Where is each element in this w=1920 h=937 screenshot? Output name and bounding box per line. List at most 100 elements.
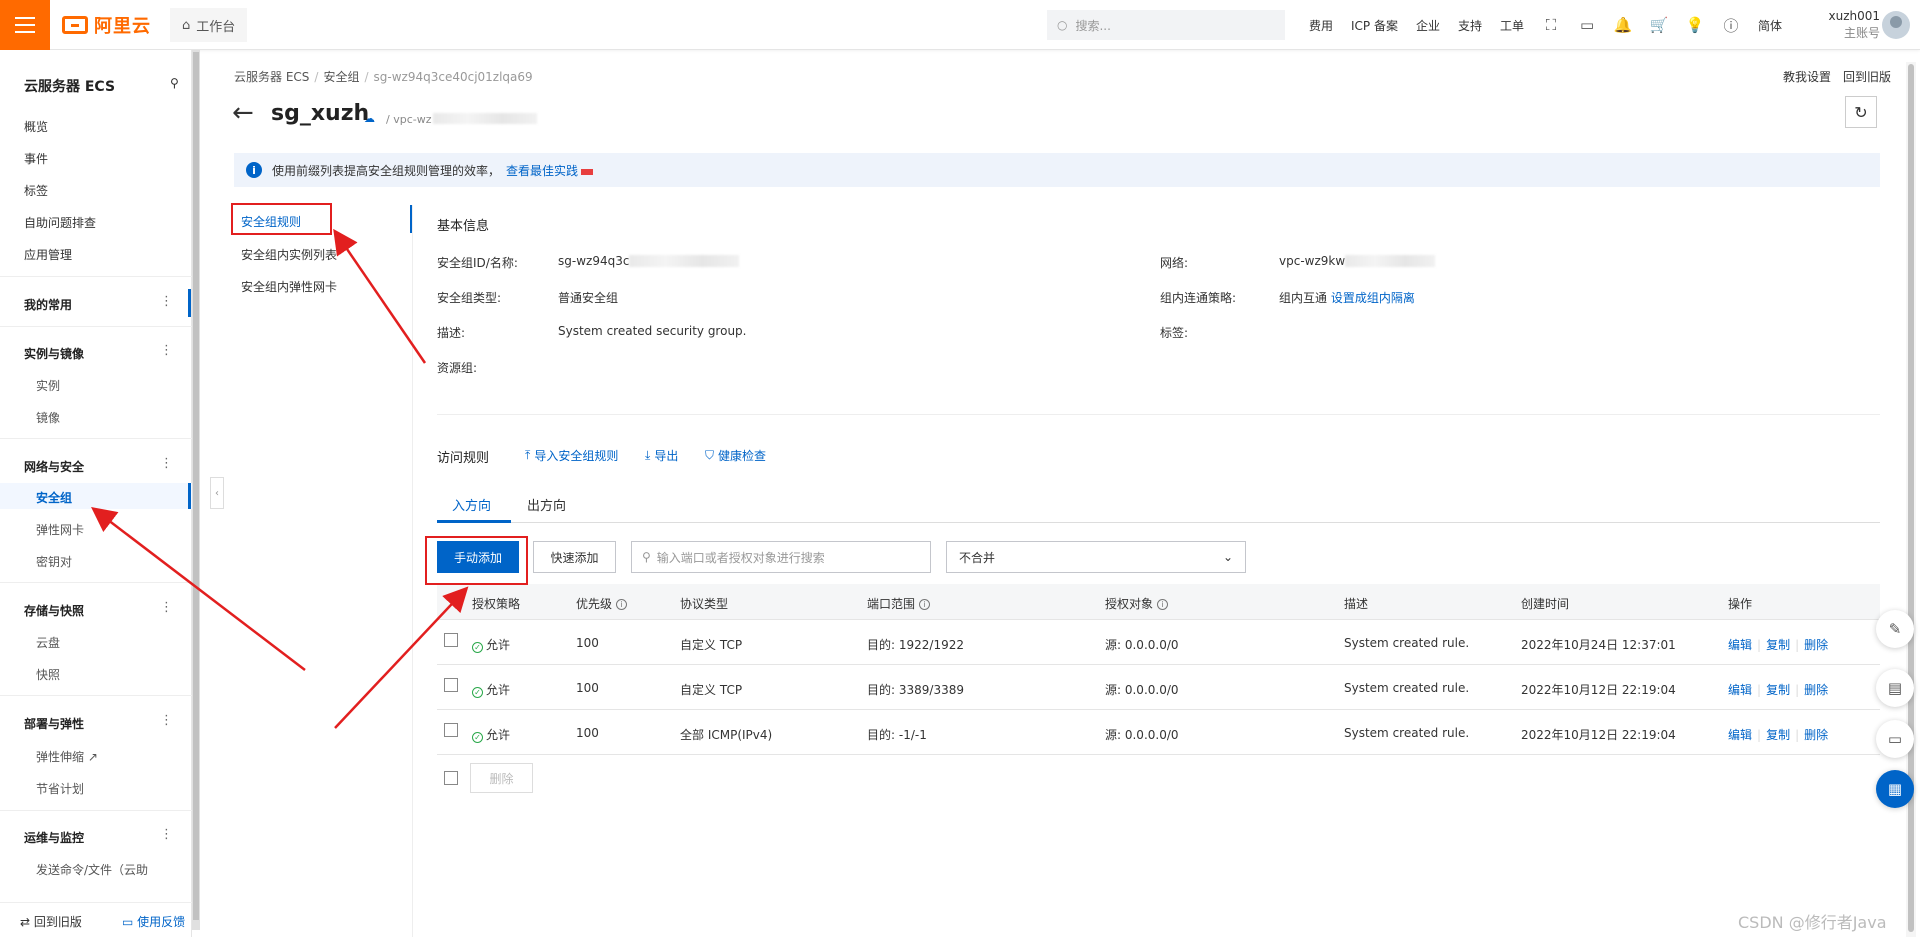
more-icon[interactable]: ⋮ — [160, 343, 173, 358]
row-checkbox[interactable] — [444, 678, 458, 692]
nav-ticket[interactable]: 工单 — [1491, 17, 1533, 34]
more-icon[interactable]: ⋮ — [160, 827, 173, 842]
apps-float-button[interactable]: ▦ — [1876, 770, 1914, 808]
breadcrumb-ecs[interactable]: 云服务器 ECS — [234, 70, 309, 84]
sidebar-item-disk[interactable]: 云盘 — [36, 634, 60, 651]
sidebar-item-savings-plan[interactable]: 节省计划 — [36, 780, 84, 797]
user-info[interactable]: xuzh001 主账号 — [1820, 8, 1880, 42]
breadcrumb-security-group[interactable]: 安全组 — [323, 70, 359, 84]
bulb-icon[interactable]: 💡 — [1677, 0, 1713, 50]
edit-link[interactable]: 编辑 — [1728, 638, 1752, 652]
copy-link[interactable]: 复制 — [1766, 638, 1790, 652]
help-icon[interactable]: i — [919, 599, 931, 610]
help-icon[interactable]: ⓘ — [1713, 0, 1749, 50]
sidebar-item-send-command[interactable]: 发送命令/文件（云助 — [36, 861, 148, 878]
sidebar-scrollbar[interactable] — [193, 52, 199, 920]
help-icon[interactable]: i — [616, 599, 628, 610]
subnav-eni[interactable]: 安全组内弹性网卡 — [241, 278, 337, 295]
quick-add-button[interactable]: 快速添加 — [533, 541, 616, 573]
sidebar-item-tags[interactable]: 标签 — [24, 182, 48, 199]
tab-inbound[interactable]: 入方向 — [452, 495, 491, 514]
tab-outbound[interactable]: 出方向 — [527, 495, 566, 514]
sidebar-item-events[interactable]: 事件 — [24, 150, 48, 167]
export-label: 导出 — [654, 449, 679, 463]
row-ops: 编辑 | 复制 | 删除 — [1728, 638, 1829, 652]
more-icon[interactable]: ⋮ — [160, 294, 173, 309]
menu-icon[interactable] — [0, 0, 50, 50]
delete-link[interactable]: 删除 — [1804, 683, 1828, 697]
subnav-instances[interactable]: 安全组内实例列表 — [241, 246, 337, 263]
sidebar-item-security-group[interactable]: 安全组 — [36, 489, 72, 506]
sidebar-item-image[interactable]: 镜像 — [36, 409, 60, 426]
feedback-link[interactable]: ▭ 使用反馈 — [122, 913, 185, 930]
export-link[interactable]: ⤓ 导出 — [645, 447, 678, 464]
language-switch[interactable]: 简体 — [1749, 17, 1791, 34]
sidebar-group-deploy[interactable]: 部署与弹性 — [24, 715, 84, 732]
more-icon[interactable]: ⋮ — [160, 600, 173, 615]
collapse-sidebar-button[interactable]: ‹ — [210, 477, 224, 509]
batch-delete-button[interactable]: 删除 — [470, 763, 533, 793]
cloud-shell-icon[interactable]: ⛶ — [1533, 0, 1569, 50]
sidebar-item-snapshot[interactable]: 快照 — [36, 666, 60, 683]
docs-float-button[interactable]: ▤ — [1876, 669, 1914, 707]
help-icon[interactable]: i — [1157, 599, 1169, 610]
sidebar-divider — [0, 810, 192, 811]
delete-link[interactable]: 删除 — [1804, 638, 1828, 652]
sidebar-group-network[interactable]: 网络与安全 — [24, 458, 84, 475]
workbench-button[interactable]: ⌂ 工作台 — [170, 8, 248, 42]
sidebar-item-autoscaling[interactable]: 弹性伸缩 ↗ — [36, 748, 98, 765]
set-isolation-link[interactable]: 设置成组内隔离 — [1331, 291, 1415, 305]
row-policy: ✓ 允许 — [472, 636, 510, 653]
grid-icon: ▦ — [1887, 780, 1903, 798]
sidebar-search-icon[interactable]: ⚲ — [170, 76, 179, 90]
back-old-version[interactable]: ⇄ 回到旧版 — [20, 913, 82, 930]
nav-enterprise[interactable]: 企业 — [1407, 17, 1449, 34]
sidebar-item-instance[interactable]: 实例 — [36, 377, 60, 394]
best-practice-link[interactable]: 查看最佳实践 — [506, 162, 594, 179]
bell-icon[interactable]: 🔔 — [1605, 0, 1641, 50]
row-checkbox[interactable] — [444, 633, 458, 647]
aliyun-logo[interactable]: 阿里云 — [62, 13, 151, 37]
avatar[interactable] — [1882, 11, 1910, 39]
edit-float-button[interactable]: ✎ — [1876, 610, 1914, 648]
guide-link[interactable]: 教我设置 — [1783, 70, 1831, 84]
rule-search-input[interactable]: ⚲ 输入端口或者授权对象进行搜索 — [631, 541, 931, 573]
back-arrow-icon[interactable]: ← — [232, 100, 254, 126]
sidebar-item-troubleshoot[interactable]: 自助问题排查 — [24, 214, 96, 231]
edit-link[interactable]: 编辑 — [1728, 683, 1752, 697]
global-search-input[interactable]: ○ 搜索... — [1047, 10, 1285, 40]
terminal-icon[interactable]: ▭ — [1569, 0, 1605, 50]
row-time: 2022年10月12日 22:19:04 — [1521, 728, 1676, 742]
sidebar-group-ops[interactable]: 运维与监控 — [24, 829, 84, 846]
copy-link[interactable]: 复制 — [1766, 728, 1790, 742]
edit-link[interactable]: 编辑 — [1728, 728, 1752, 742]
sidebar-item-apps[interactable]: 应用管理 — [24, 246, 72, 263]
row-checkbox[interactable] — [444, 723, 458, 737]
network-value[interactable]: vpc-wz9kw — [1279, 254, 1436, 268]
nav-icp[interactable]: ICP 备案 — [1342, 17, 1407, 34]
import-rules-link[interactable]: ⤒ 导入安全组规则 — [525, 447, 618, 464]
cart-icon[interactable]: 🛒 — [1641, 0, 1677, 50]
nav-support[interactable]: 支持 — [1449, 17, 1491, 34]
refresh-button[interactable]: ↻ — [1845, 96, 1877, 128]
nav-fees[interactable]: 费用 — [1300, 17, 1342, 34]
sidebar-group-instances[interactable]: 实例与镜像 — [24, 345, 84, 362]
tag-label: 标签: — [1160, 326, 1189, 340]
merge-select[interactable]: 不合并 ⌄ — [946, 541, 1246, 573]
sidebar-my-common[interactable]: 我的常用 — [24, 296, 72, 313]
sidebar-item-keypair[interactable]: 密钥对 — [36, 553, 72, 570]
delete-link[interactable]: 删除 — [1804, 728, 1828, 742]
row-policy-text: 允许 — [486, 638, 511, 652]
copy-link[interactable]: 复制 — [1766, 683, 1790, 697]
sidebar-group-storage[interactable]: 存储与快照 — [24, 602, 84, 619]
more-icon[interactable]: ⋮ — [160, 713, 173, 728]
health-check-link[interactable]: ⛉ 健康检查 — [705, 447, 766, 464]
sidebar-item-overview[interactable]: 概览 — [24, 118, 48, 135]
chat-float-button[interactable]: ▭ — [1876, 720, 1914, 758]
sidebar-item-eni[interactable]: 弹性网卡 — [36, 521, 84, 538]
sidebar-footer: ⇄ 回到旧版 ▭ 使用反馈 — [0, 902, 192, 937]
check-icon: ✓ — [472, 642, 483, 653]
select-all-checkbox[interactable] — [444, 771, 458, 785]
more-icon[interactable]: ⋮ — [160, 456, 173, 471]
old-version-link[interactable]: 回到旧版 — [1843, 70, 1891, 84]
